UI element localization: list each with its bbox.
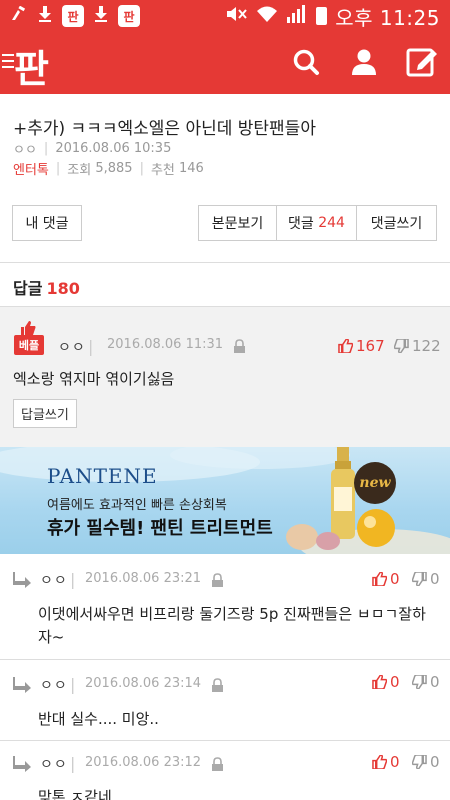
thumbs-up-icon [372,572,387,586]
comments-button[interactable]: 댓글 244 [277,206,357,240]
thumbs-down-icon [412,755,427,769]
menu-icon[interactable] [2,54,14,72]
thumbs-up-icon [372,675,387,689]
comments-count: 244 [318,215,345,231]
upvote-button[interactable]: 0 [372,673,400,691]
clock: 오후 11:25 [335,5,440,30]
comment-author: ㅇㅇ [40,757,68,773]
comments-label: 댓글 [288,216,314,232]
downvote-button[interactable]: 0 [412,673,440,691]
download-icon [94,6,108,26]
comment-text: 반대 실수.... 미앙.. [38,710,159,728]
comment-datetime: 2016.08.06 23:12 [85,755,202,770]
views-count: 5,885 [95,161,133,176]
comment-item: ㅇㅇ | 2016.08.06 23:14 0 0 반대 실수.... 미앙.. [0,660,450,740]
user-icon [352,49,376,75]
comment-datetime: 2016.08.06 23:14 [85,676,202,691]
search-icon [293,49,319,75]
thumbs-down-icon [412,572,427,586]
thumbs-down-icon [394,339,409,353]
app-header: 판 [0,32,450,94]
action-button-group: 본문보기 댓글 244 댓글쓰기 [198,205,437,241]
recommend-label: 추천 [150,163,175,178]
downvote-count: 122 [412,337,441,355]
comment-text: 맞톤 ㅈ같네 [38,788,112,800]
post-meta: ㅇㅇ | 2016.08.06 10:35 [13,141,172,158]
ad-banner[interactable]: PANTENE 여름에도 효과적인 빠른 손상회복 휴가 필수템! 팬틴 트리트… [0,447,450,554]
pann-app-icon: 판 [62,5,84,27]
comment-author: ㅇㅇ [40,573,68,589]
write-comment-button[interactable]: 댓글쓰기 [357,206,436,240]
upvote-button[interactable]: 0 [372,753,400,771]
reply-button[interactable]: 답글쓰기 [13,399,77,428]
comment-author: ㅇㅇ [58,340,86,356]
reply-arrow-icon [13,756,31,772]
upvote-count: 0 [390,673,400,691]
downvote-count: 0 [430,673,440,691]
capsule-icon [357,509,395,547]
mute-icon [226,5,248,28]
thumbs-up-icon [372,755,387,769]
cleaner-icon [10,5,28,26]
divider [0,262,450,263]
post-datetime: 2016.08.06 10:35 [55,141,172,156]
thumbs-up-icon [21,321,36,336]
signal-icon [286,4,308,28]
best-comment: 베플 ㅇㅇ | 2016.08.06 11:31 167 122 엑소랑 엮지마… [0,307,450,447]
lock-icon[interactable] [211,678,224,693]
views-label: 조회 [67,163,92,178]
battery-icon [316,7,328,25]
search-button[interactable] [288,44,324,80]
profile-button[interactable] [346,44,382,80]
ad-brand: PANTENE [47,464,158,488]
view-body-button[interactable]: 본문보기 [199,206,277,240]
new-badge: new [354,462,396,504]
edit-icon [406,48,437,77]
post-title: +추가) ㅋㅋㅋ엑소엘은 아닌데 방탄팬들아 [13,119,316,139]
upvote-count: 167 [356,337,385,355]
downvote-count: 0 [430,570,440,588]
ad-subtitle: 여름에도 효과적인 빠른 손상회복 [47,498,227,513]
comment-item: ㅇㅇ | 2016.08.06 23:21 0 0 이댓에서싸우면 비프리랑 둘… [0,554,450,659]
post-stats: 엔터톡 | 조회 5,885 | 추천 146 [13,159,204,178]
comment-text: 자~ [38,628,65,646]
downvote-button[interactable]: 0 [412,570,440,588]
upvote-count: 0 [390,753,400,771]
pann-app-icon: 판 [118,5,140,27]
reply-arrow-icon [13,572,31,588]
downvote-button[interactable]: 122 [394,337,441,355]
thumbs-down-icon [412,675,427,689]
comment-datetime: 2016.08.06 11:31 [107,337,224,352]
downvote-count: 0 [430,753,440,771]
reply-count: 180 [46,279,80,298]
comment-author: ㅇㅇ [40,678,68,694]
recommend-count: 146 [179,161,204,176]
lock-icon[interactable] [233,339,246,354]
upvote-count: 0 [390,570,400,588]
comment-item: ㅇㅇ | 2016.08.06 23:12 0 0 맞톤 ㅈ같네 [0,741,450,800]
my-comments-button[interactable]: 내 댓글 [12,205,82,241]
upvote-button[interactable]: 0 [372,570,400,588]
best-badge-label: 베플 [14,335,44,355]
comment-text: 이댓에서싸우면 비프리랑 둘기즈랑 5p 진짜팬들은 ㅂㅁㄱ잘하 [38,605,426,623]
app-logo[interactable]: 판 [14,38,49,93]
lock-icon[interactable] [211,757,224,772]
reply-count-heading: 답글 180 [13,275,80,299]
downvote-button[interactable]: 0 [412,753,440,771]
wifi-icon [256,5,278,28]
reply-arrow-icon [13,677,31,693]
comment-text: 엑소랑 엮지마 엮이기싫음 [13,370,175,388]
ad-headline: 휴가 필수템! 팬틴 트리트먼트 [47,518,273,539]
shell-icon [286,524,340,550]
upvote-button[interactable]: 167 [338,337,385,355]
post-category[interactable]: 엔터톡 [13,159,49,178]
write-button[interactable] [404,44,440,80]
download-icon [38,6,52,26]
thumbs-up-icon [338,339,353,353]
reply-label: 답글 [13,279,43,298]
comment-datetime: 2016.08.06 23:21 [85,571,202,586]
post-author: ㅇㅇ [13,143,37,158]
status-bar: 판 판 오후 11:25 [0,0,450,32]
lock-icon[interactable] [211,573,224,588]
